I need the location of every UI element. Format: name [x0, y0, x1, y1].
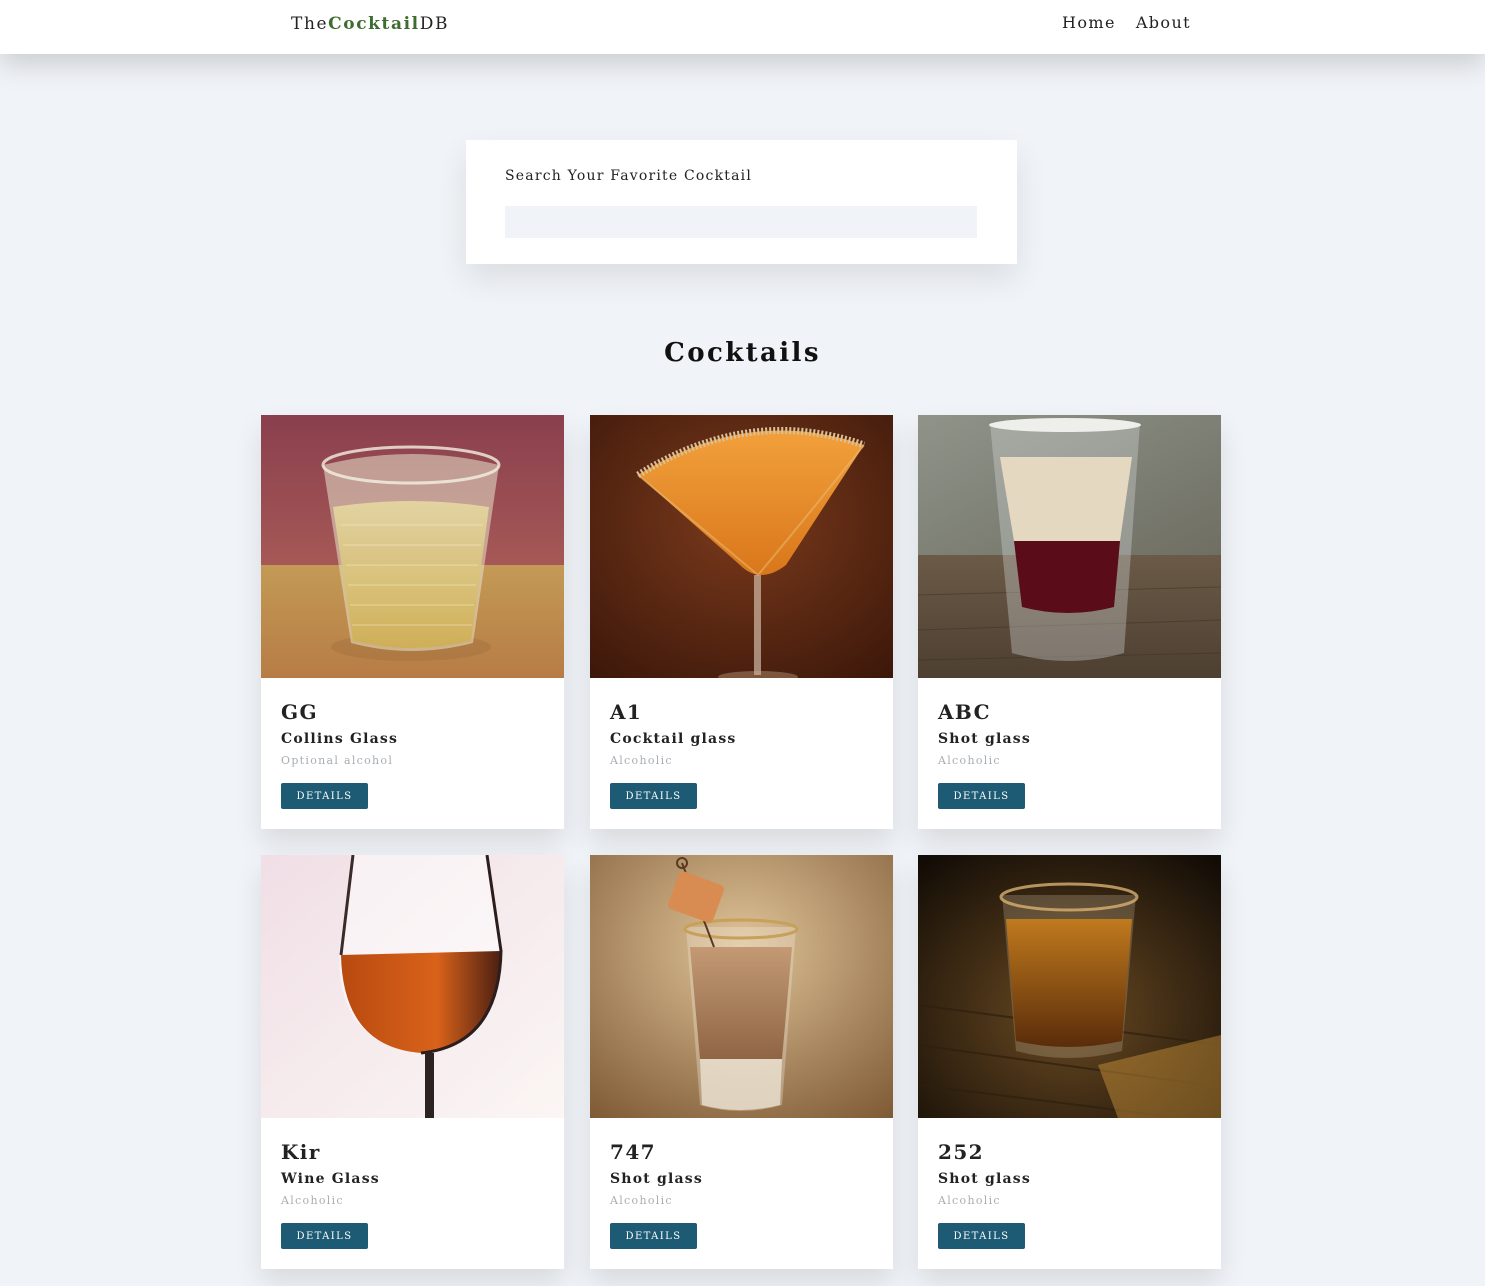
cocktail-image: [261, 415, 564, 678]
logo-prefix: The: [291, 14, 329, 34]
cocktail-image: [918, 855, 1221, 1118]
logo-accent: Cocktail: [328, 14, 420, 34]
details-button[interactable]: DETAILS: [938, 783, 1025, 809]
cocktail-glass: Shot glass: [938, 731, 1031, 747]
section-title: Cocktails: [664, 338, 821, 368]
site-logo[interactable]: TheCocktailDB: [291, 14, 449, 34]
cocktail-photo-747: [590, 855, 893, 1118]
cocktail-card: 252 Shot glass Alcoholic DETAILS: [918, 855, 1221, 1269]
cocktail-name: Kir: [281, 1140, 321, 1164]
cocktail-info: Alcoholic: [938, 1194, 1001, 1207]
search-input[interactable]: [505, 206, 977, 238]
cocktail-image: [590, 855, 893, 1118]
cocktail-card: GG Collins Glass Optional alcohol DETAIL…: [261, 415, 564, 829]
cocktail-name: 747: [610, 1140, 656, 1164]
cocktail-photo-gg: [261, 415, 564, 678]
cocktail-info: Optional alcohol: [281, 754, 394, 767]
cocktail-name: GG: [281, 700, 318, 724]
logo-suffix: DB: [419, 14, 450, 34]
cocktail-card: Kir Wine Glass Alcoholic DETAILS: [261, 855, 564, 1269]
cocktail-card: ABC Shot glass Alcoholic DETAILS: [918, 415, 1221, 829]
details-button[interactable]: DETAILS: [281, 1223, 368, 1249]
details-button[interactable]: DETAILS: [610, 1223, 697, 1249]
cocktail-glass: Shot glass: [610, 1171, 703, 1187]
search-form: Search Your Favorite Cocktail: [466, 140, 1017, 264]
cocktail-photo-abc: [918, 415, 1221, 678]
cocktail-photo-a1: [590, 415, 893, 678]
cocktail-info: Alcoholic: [610, 1194, 673, 1207]
cocktail-glass: Wine Glass: [281, 1171, 380, 1187]
cocktail-info: Alcoholic: [610, 754, 673, 767]
cocktail-glass: Cocktail glass: [610, 731, 737, 747]
cocktail-image: [261, 855, 564, 1118]
details-button[interactable]: DETAILS: [281, 783, 368, 809]
cocktail-name: ABC: [938, 700, 991, 724]
cocktail-card: A1 Cocktail glass Alcoholic DETAILS: [590, 415, 893, 829]
navbar: TheCocktailDB Home About: [0, 0, 1485, 54]
cocktail-info: Alcoholic: [281, 1194, 344, 1207]
cocktail-name: 252: [938, 1140, 984, 1164]
cocktail-name: A1: [610, 700, 643, 724]
cocktail-glass: Shot glass: [938, 1171, 1031, 1187]
cocktail-card: 747 Shot glass Alcoholic DETAILS: [590, 855, 893, 1269]
cocktail-info: Alcoholic: [938, 754, 1001, 767]
nav-links: Home About: [1062, 13, 1191, 32]
details-button[interactable]: DETAILS: [610, 783, 697, 809]
nav-link-home[interactable]: Home: [1062, 13, 1116, 32]
details-button[interactable]: DETAILS: [938, 1223, 1025, 1249]
cocktail-image: [590, 415, 893, 678]
cocktail-glass: Collins Glass: [281, 731, 399, 747]
search-label: Search Your Favorite Cocktail: [505, 168, 753, 184]
cocktail-photo-kir: [261, 855, 564, 1118]
nav-link-about[interactable]: About: [1136, 13, 1191, 32]
cocktail-photo-252: [918, 855, 1221, 1118]
cocktail-image: [918, 415, 1221, 678]
